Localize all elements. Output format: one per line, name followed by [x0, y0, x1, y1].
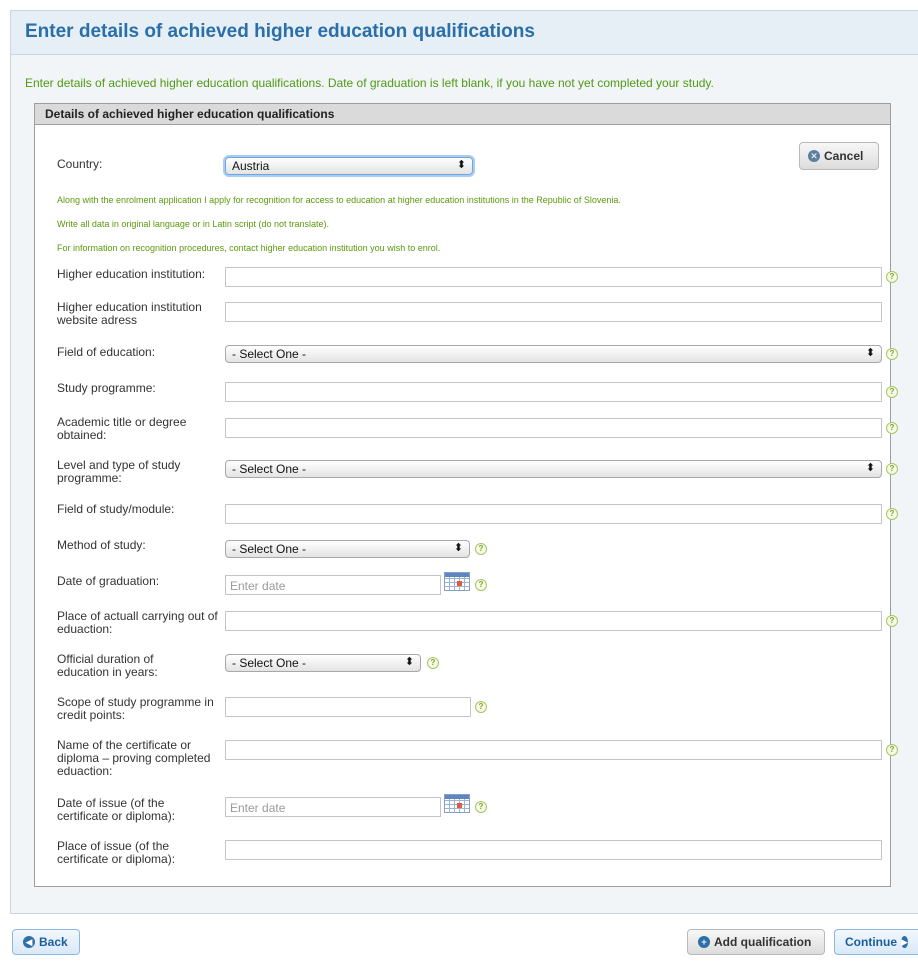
graduation-date-input[interactable]: Enter date [225, 575, 441, 595]
duration-label: Official duration of education in years: [57, 652, 158, 679]
country-label: Country: [57, 157, 103, 171]
field-of-education-select[interactable]: - Select One - ⬍ [225, 345, 882, 363]
question-circle-icon[interactable]: ? [886, 744, 898, 756]
issue-date-label: Date of issue (of the certificate or dip… [57, 796, 176, 823]
cancel-button[interactable]: ✕ Cancel [799, 142, 879, 170]
intro-text: Enter details of achieved higher educati… [25, 76, 714, 90]
method-label: Method of study: [57, 538, 146, 552]
country-value: Austria [232, 159, 270, 173]
x-circle-icon: ✕ [808, 150, 820, 162]
question-circle-icon[interactable]: ? [427, 657, 439, 669]
add-qualification-label: Add qualification [714, 935, 812, 949]
question-circle-icon[interactable]: ? [886, 463, 898, 475]
institution-input[interactable] [225, 267, 882, 287]
question-circle-icon[interactable]: ? [886, 615, 898, 627]
question-circle-icon[interactable]: ? [475, 579, 487, 591]
select-arrows-icon: ⬍ [404, 656, 414, 668]
field-module-label: Field of study/module: [57, 502, 175, 516]
section-title: Details of achieved higher education qua… [35, 104, 890, 125]
field-module-input[interactable] [225, 504, 882, 524]
original-language-note: Write all data in original language or i… [57, 219, 329, 229]
question-circle-icon[interactable]: ? [886, 348, 898, 360]
question-circle-icon[interactable]: ? [886, 271, 898, 283]
institution-label: Higher education institution: [57, 267, 206, 281]
back-label: Back [39, 935, 68, 949]
level-type-select[interactable]: - Select One - ⬍ [225, 460, 882, 478]
field-of-education-label: Field of education: [57, 345, 156, 359]
place-carrying-input[interactable] [225, 611, 882, 631]
select-arrows-icon: ⬍ [456, 159, 466, 171]
cancel-label: Cancel [824, 149, 864, 163]
arrow-right-circle-icon: ▶ [901, 936, 908, 948]
question-circle-icon[interactable]: ? [886, 386, 898, 398]
page-title: Enter details of achieved higher educati… [11, 11, 918, 55]
academic-title-label: Academic title or degree obtained: [57, 415, 187, 442]
method-select[interactable]: - Select One - ⬍ [225, 540, 470, 558]
arrow-left-circle-icon: ◀ [23, 936, 35, 948]
field-of-education-value: - Select One - [232, 347, 307, 361]
duration-select[interactable]: - Select One - ⬍ [225, 654, 421, 672]
duration-value: - Select One - [232, 656, 307, 670]
issue-place-label: Place of issue (of the certificate or di… [57, 839, 176, 866]
certificate-name-input[interactable] [225, 740, 882, 760]
calendar-icon[interactable] [444, 794, 470, 813]
website-input[interactable] [225, 302, 882, 322]
scope-input[interactable] [225, 697, 471, 717]
academic-title-input[interactable] [225, 418, 882, 438]
study-programme-input[interactable] [225, 382, 882, 402]
plus-circle-icon: + [698, 936, 710, 948]
continue-button[interactable]: Continue ▶ [834, 929, 918, 955]
contact-note: For information on recognition procedure… [57, 243, 441, 253]
country-select[interactable]: Austria ⬍ [225, 157, 473, 175]
back-button[interactable]: ◀ Back [12, 929, 80, 955]
issue-date-input[interactable]: Enter date [225, 797, 441, 817]
method-value: - Select One - [232, 542, 307, 556]
level-type-label: Level and type of study programme: [57, 458, 181, 485]
add-qualification-button[interactable]: + Add qualification [687, 929, 825, 955]
recognition-note: Along with the enrolment application I a… [57, 195, 621, 205]
question-circle-icon[interactable]: ? [475, 801, 487, 813]
certificate-name-label: Name of the certificate or diploma – pro… [57, 738, 211, 778]
continue-label: Continue [845, 935, 897, 949]
place-carrying-label: Place of actuall carrying out of eduacti… [57, 609, 218, 636]
select-arrows-icon: ⬍ [865, 462, 875, 474]
calendar-icon[interactable] [444, 572, 470, 591]
graduation-date-label: Date of graduation: [57, 574, 160, 588]
qualification-section: Details of achieved higher education qua… [34, 103, 898, 887]
study-programme-label: Study programme: [57, 381, 156, 395]
level-type-value: - Select One - [232, 462, 307, 476]
scope-label: Scope of study programme in credit point… [57, 695, 214, 722]
question-circle-icon[interactable]: ? [475, 543, 487, 555]
select-arrows-icon: ⬍ [453, 542, 463, 554]
select-arrows-icon: ⬍ [865, 347, 875, 359]
question-circle-icon[interactable]: ? [886, 508, 898, 520]
question-circle-icon[interactable]: ? [886, 422, 898, 434]
question-circle-icon[interactable]: ? [475, 701, 487, 713]
website-label: Higher education institution website adr… [57, 300, 202, 327]
issue-place-input[interactable] [225, 840, 882, 860]
